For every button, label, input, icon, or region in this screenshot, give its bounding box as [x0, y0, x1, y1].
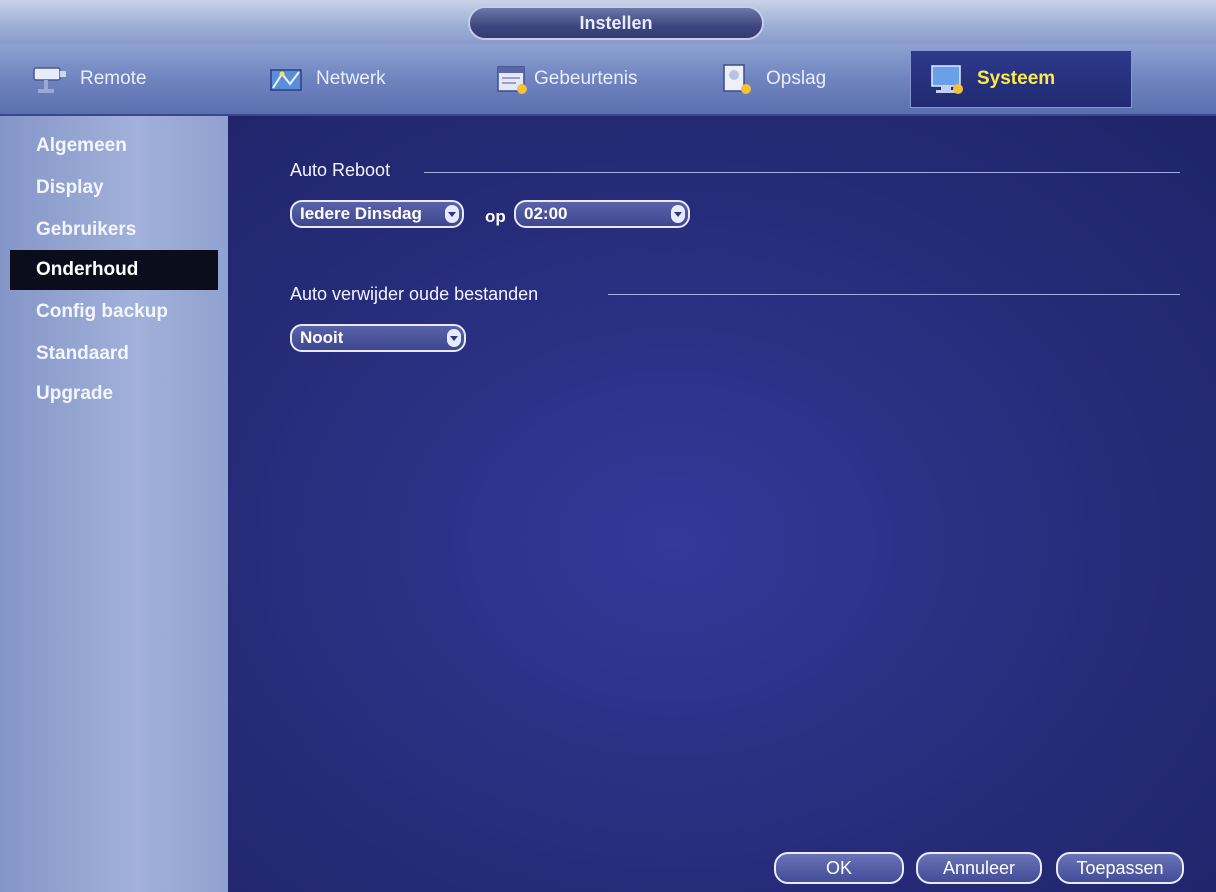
tab-bar: Remote Netwerk Gebeurtenis Opslag Systee…: [0, 44, 1216, 116]
auto-reboot-label: Auto Reboot: [290, 160, 391, 180]
sidebar-item-config-backup[interactable]: Config backup: [10, 292, 218, 332]
tab-gebeurtenis[interactable]: Gebeurtenis: [476, 50, 696, 108]
auto-delete-label: Auto verwijder oude bestanden: [290, 284, 539, 304]
title-bar: Instellen: [0, 0, 1216, 44]
window-title: Instellen: [468, 6, 764, 40]
tab-netwerk-label: Netwerk: [316, 68, 386, 89]
ok-button[interactable]: OK: [774, 852, 904, 884]
sidebar-item-gebruikers[interactable]: Gebruikers: [10, 210, 218, 250]
main-panel: Auto Reboot Iedere Dinsdag op 02:00 Auto…: [228, 116, 1216, 892]
section-divider: [608, 294, 1180, 295]
tab-gebeurtenis-label: Gebeurtenis: [534, 68, 638, 89]
auto-delete-value: Nooit: [300, 328, 344, 347]
tab-netwerk[interactable]: Netwerk: [250, 50, 470, 108]
settings-window: Instellen Remote Netwerk Gebeurtenis Ops…: [0, 0, 1216, 892]
camera-icon: [32, 62, 70, 96]
storage-icon: [718, 62, 756, 96]
sidebar-item-onderhoud[interactable]: Onderhoud: [10, 250, 218, 290]
tab-remote[interactable]: Remote: [14, 50, 234, 108]
tab-systeem[interactable]: Systeem: [910, 50, 1132, 108]
sidebar-item-standaard[interactable]: Standaard: [10, 334, 218, 374]
sidebar: Algemeen Display Gebruikers Onderhoud Co…: [0, 116, 228, 892]
op-label: op: [485, 207, 506, 226]
tab-opslag-label: Opslag: [766, 68, 827, 89]
chevron-down-icon: [447, 329, 461, 347]
tab-remote-label: Remote: [80, 68, 147, 89]
chevron-down-icon: [671, 205, 685, 223]
reboot-day-value: Iedere Dinsdag: [300, 204, 422, 223]
chevron-down-icon: [445, 205, 459, 223]
reboot-time-value: 02:00: [524, 204, 568, 223]
tab-opslag[interactable]: Opslag: [700, 50, 900, 108]
event-icon: [494, 62, 532, 96]
auto-delete-dropdown[interactable]: Nooit: [290, 324, 466, 352]
tab-systeem-label: Systeem: [977, 68, 1056, 89]
cancel-button[interactable]: Annuleer: [916, 852, 1042, 884]
section-divider: [424, 172, 1180, 173]
sidebar-item-upgrade[interactable]: Upgrade: [10, 374, 218, 414]
sidebar-item-algemeen[interactable]: Algemeen: [10, 126, 218, 166]
reboot-time-dropdown[interactable]: 02:00: [514, 200, 690, 228]
network-icon: [268, 62, 306, 96]
sidebar-item-display[interactable]: Display: [10, 168, 218, 208]
apply-button[interactable]: Toepassen: [1056, 852, 1184, 884]
system-icon: [929, 62, 967, 96]
reboot-day-dropdown[interactable]: Iedere Dinsdag: [290, 200, 464, 228]
